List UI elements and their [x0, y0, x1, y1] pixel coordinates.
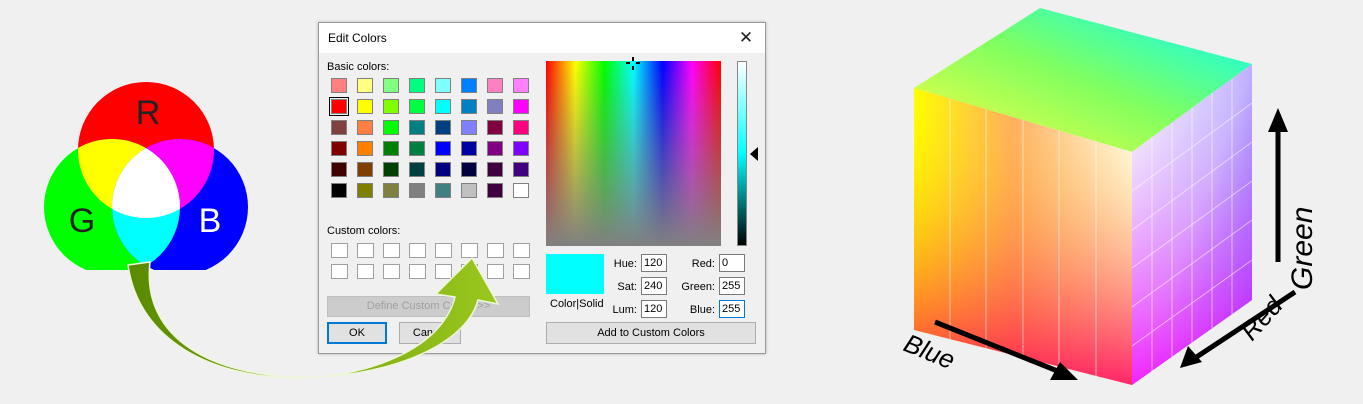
arrow-body [127, 256, 500, 379]
green-axis-label: Green [1286, 207, 1319, 290]
green-arrowhead-icon [1268, 108, 1288, 132]
rgb-cube-diagram: Blue Red Green [900, 8, 1319, 385]
